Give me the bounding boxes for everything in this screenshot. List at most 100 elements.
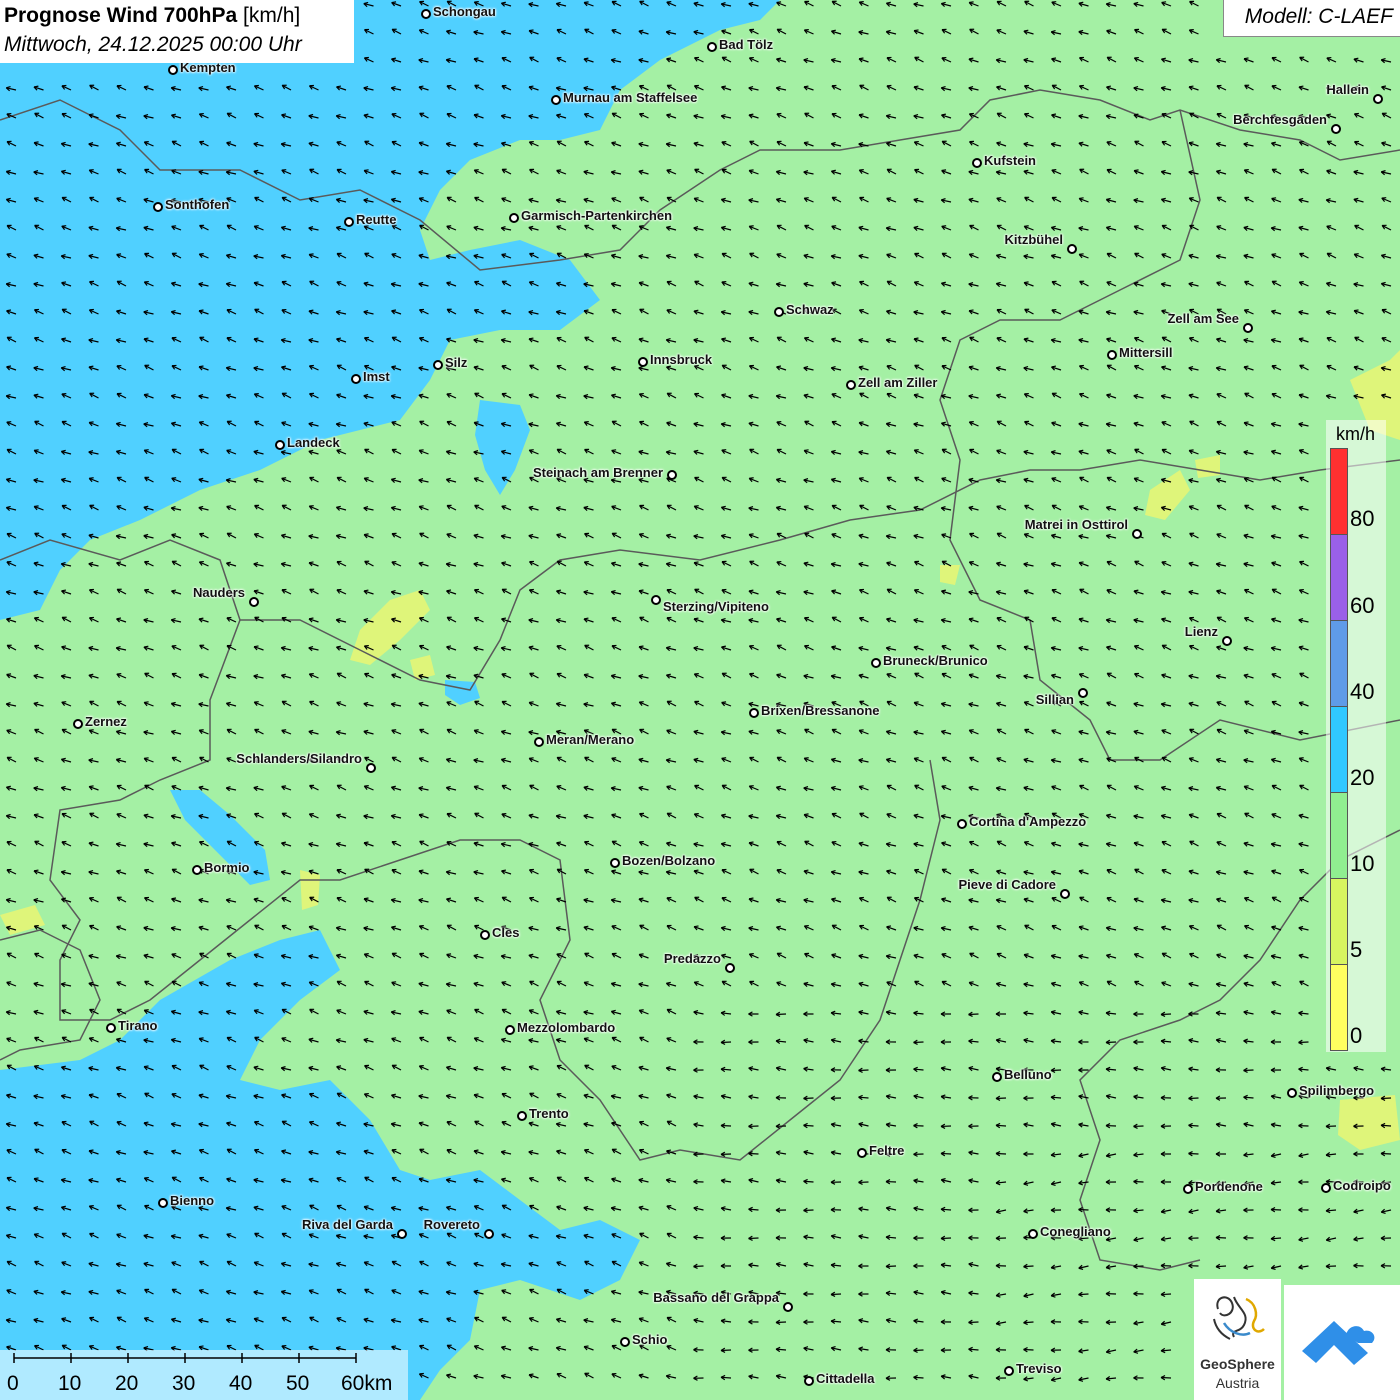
legend-band-40 (1330, 620, 1348, 707)
wind-arrow (1353, 1123, 1364, 1129)
weather-app-logo[interactable] (1284, 1285, 1400, 1400)
wind-arrow (1134, 252, 1144, 259)
wind-arrow (556, 953, 567, 959)
wind-arrow (88, 645, 99, 652)
wind-arrow (281, 1149, 292, 1155)
wind-arrow (1216, 196, 1227, 203)
wind-arrow (1298, 393, 1309, 399)
wind-arrow (1380, 1122, 1392, 1129)
wind-arrow (336, 868, 347, 875)
wind-arrow (610, 1289, 622, 1295)
wind-arrow (281, 1316, 292, 1323)
wind-arrow (308, 84, 319, 91)
model-label-box: Modell: C-LAEF (1223, 0, 1400, 37)
wind-arrow (996, 532, 1007, 539)
wind-arrow (501, 505, 512, 511)
wind-arrow (748, 1150, 759, 1157)
wind-arrow (88, 421, 99, 427)
wind-arrow (611, 112, 622, 119)
wind-arrow (115, 842, 127, 848)
wind-arrow (115, 646, 127, 652)
wind-arrow (803, 336, 814, 343)
wind-arrow (308, 954, 319, 960)
wind-arrow (693, 561, 704, 567)
legend-tick: 40 (1350, 679, 1375, 704)
wind-arrow (831, 924, 842, 931)
wind-arrow (225, 1317, 237, 1324)
wind-arrow (858, 1121, 869, 1128)
wind-arrow (390, 169, 402, 176)
wind-arrow (721, 140, 732, 147)
wind-arrow (583, 813, 594, 820)
wind-arrow (61, 196, 72, 203)
wind-arrow (1051, 588, 1062, 595)
wind-arrow (528, 1038, 539, 1044)
wind-arrow (61, 840, 72, 847)
wind-arrow (803, 981, 814, 988)
wind-arrow (748, 198, 759, 204)
wind-arrow (693, 1067, 704, 1073)
wind-arrow (583, 590, 594, 596)
wind-arrow (1106, 29, 1117, 35)
wind-arrow (419, 0, 429, 7)
wind-arrow (500, 729, 512, 735)
wind-arrow (1023, 365, 1034, 372)
wind-arrow (61, 728, 72, 735)
wind-arrow (390, 282, 402, 288)
wind-arrow (473, 981, 484, 987)
wind-arrow (776, 1, 787, 7)
wind-arrow (995, 981, 1007, 988)
wind-arrow (391, 673, 402, 679)
wind-arrow (1024, 616, 1034, 623)
wind-arrow (501, 84, 512, 91)
wind-arrow (886, 197, 897, 203)
wind-arrow (803, 1095, 814, 1101)
wind-arrow (88, 758, 99, 764)
wind-arrow (914, 672, 924, 679)
wind-forecast-map[interactable]: Prognose Wind 700hPa [km/h] Mittwoch, 24… (0, 0, 1400, 1400)
wind-arrow (694, 280, 704, 287)
wind-arrow (1381, 112, 1392, 119)
wind-arrow (335, 422, 347, 428)
wind-arrow (775, 1038, 787, 1044)
wind-arrow (33, 253, 44, 259)
geosphere-logo[interactable]: GeoSphere Austria (1194, 1279, 1281, 1400)
wind-arrow (859, 196, 869, 203)
wind-arrow (1023, 674, 1034, 680)
wind-arrow (1188, 1150, 1199, 1157)
wind-arrow (1105, 533, 1117, 540)
wind-arrow (363, 421, 374, 427)
wind-arrow (968, 1, 979, 7)
wind-arrow (1106, 449, 1117, 455)
wind-arrow (611, 420, 622, 427)
wind-arrow (803, 673, 814, 680)
wind-arrow (143, 393, 154, 399)
wind-arrow (143, 449, 154, 455)
wind-arrow (528, 197, 539, 203)
wind-arrow (1188, 1095, 1199, 1101)
wind-arrow (1161, 57, 1172, 63)
wind-arrow (720, 422, 732, 428)
wind-arrow (720, 1039, 732, 1046)
wind-arrow (501, 1204, 512, 1211)
wind-arrow (775, 1095, 787, 1101)
wind-arrow (391, 421, 402, 427)
wind-arrow (583, 1010, 594, 1016)
wind-arrow (583, 365, 594, 371)
city-dot-icon (992, 1072, 1002, 1082)
wind-arrow (115, 954, 127, 960)
wind-arrow (748, 953, 759, 959)
city-dot-icon (168, 65, 178, 75)
wind-arrow (1270, 1094, 1282, 1100)
wind-arrow (1270, 1122, 1282, 1128)
wind-arrow (418, 85, 429, 91)
wind-arrow (720, 813, 732, 819)
wind-arrow (198, 365, 209, 371)
wind-arrow (913, 533, 924, 540)
wind-arrow (474, 924, 484, 931)
wind-arrow (748, 1206, 759, 1213)
wind-arrow (721, 56, 732, 63)
wind-arrow (555, 617, 567, 624)
wind-arrow (363, 506, 374, 512)
city-dot-icon (1183, 1184, 1193, 1194)
